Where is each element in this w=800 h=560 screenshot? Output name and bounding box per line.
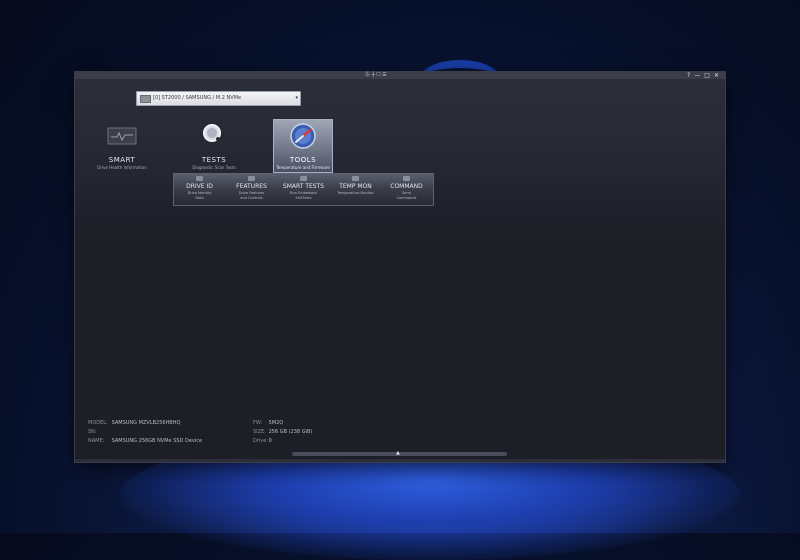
title-bar-icons: Ⓢ ┼ ☐ ☰ [365, 72, 387, 78]
submenu-item-features[interactable]: FEATURES Drive Features and Controls [226, 174, 277, 205]
monitor-icon [107, 127, 137, 145]
features-icon [248, 176, 255, 181]
info-row-sn: SN: [88, 428, 202, 437]
disk-icon [140, 95, 151, 103]
drive-info-left: MODEL: SAMSUNG MZVLB256HBHQ SN: NAME: SA… [88, 419, 202, 446]
nav-sub-smart: Drive Health Information [97, 165, 147, 170]
maximize-button[interactable]: □ [704, 72, 710, 79]
nav-item-smart[interactable]: SMART Drive Health Information [93, 120, 151, 172]
info-key: FW: [253, 420, 263, 426]
terminal-icon [403, 176, 410, 181]
nav-sub-tools: Temperature and Firmware [276, 165, 330, 170]
info-key: NAME: [88, 438, 105, 444]
thermometer-icon [352, 176, 359, 181]
info-key: SIZE: [253, 429, 266, 435]
submenu-label: DRIVE ID [186, 183, 213, 190]
info-value: 5M2Q [268, 420, 284, 426]
window-controls: ? — □ ✕ [687, 72, 719, 79]
info-value: 256 GB (238 GiB) [268, 429, 313, 435]
nav-label-tools: TOOLS [289, 156, 317, 164]
submenu-desc: Temperature Monitor [337, 191, 374, 195]
nav-label-smart: SMART [108, 156, 136, 164]
close-button[interactable]: ✕ [714, 72, 719, 79]
gauge-icon [290, 123, 316, 149]
info-row-model: MODEL: SAMSUNG MZVLB256HBHQ [88, 419, 202, 428]
chevron-down-icon[interactable]: ▾ [295, 92, 298, 105]
horizontal-scrollbar[interactable]: ▲ [292, 450, 507, 456]
tools-submenu: DRIVE ID Drive Identity Data FEATURES Dr… [173, 173, 434, 206]
id-icon [196, 176, 203, 181]
info-key: Drive: [253, 438, 269, 444]
minimize-button[interactable]: — [694, 72, 700, 79]
submenu-item-command[interactable]: COMMAND Send Commands [381, 174, 432, 205]
submenu-desc: Send Commands [396, 191, 417, 200]
app-window: Ⓢ ┼ ☐ ☰ ? — □ ✕ [0] ST2000 / SAMSUNG / M… [75, 72, 725, 462]
submenu-desc: Run Embedded Self-Tests [290, 191, 317, 200]
title-bar[interactable]: Ⓢ ┼ ☐ ☰ ? — □ ✕ [75, 72, 725, 79]
status-strip [75, 459, 725, 462]
drive-select[interactable]: [0] ST2000 / SAMSUNG / M.2 NVMe ▾ [136, 91, 301, 106]
submenu-label: SMART TESTS [282, 183, 325, 190]
magnifier-icon [203, 124, 228, 150]
info-key: SN: [88, 429, 97, 435]
nav-item-tools[interactable]: TOOLS Temperature and Firmware [274, 120, 332, 172]
submenu-desc: Drive Identity Data [187, 191, 212, 200]
info-row-drive: Drive: 0 [253, 437, 312, 446]
drive-select-value: [0] ST2000 / SAMSUNG / M.2 NVMe [153, 95, 242, 101]
submenu-label: TEMP MON [339, 183, 372, 190]
chevron-up-icon[interactable]: ▲ [396, 450, 400, 456]
info-key: MODEL: [88, 420, 108, 426]
submenu-label: FEATURES [236, 183, 267, 190]
info-row-name: NAME: SAMSUNG 256GB NVMe SSD Device [88, 437, 202, 446]
info-value: SAMSUNG 256GB NVMe SSD Device [111, 438, 203, 444]
help-icon[interactable]: ? [687, 72, 690, 79]
info-value: 0 [268, 438, 272, 444]
info-row-fw: FW: 5M2Q [253, 419, 312, 428]
nav-label-tests: TESTS [201, 156, 227, 164]
submenu-item-drive-id[interactable]: DRIVE ID Drive Identity Data [174, 174, 225, 205]
test-icon [300, 176, 307, 181]
submenu-item-temp-mon[interactable]: TEMP MON Temperature Monitor [330, 174, 381, 205]
nav-item-tests[interactable]: TESTS Diagnostic Scan Tests [185, 120, 243, 172]
submenu-desc: Drive Features and Controls [238, 191, 265, 200]
submenu-label: COMMAND [390, 183, 423, 190]
nav-sub-tests: Diagnostic Scan Tests [192, 165, 236, 170]
info-value: SAMSUNG MZVLB256HBHQ [111, 420, 181, 426]
drive-info-right: FW: 5M2Q SIZE: 256 GB (238 GiB) Drive: 0 [253, 419, 312, 446]
submenu-item-smart-tests[interactable]: SMART TESTS Run Embedded Self-Tests [278, 174, 329, 205]
info-row-size: SIZE: 256 GB (238 GiB) [253, 428, 312, 437]
